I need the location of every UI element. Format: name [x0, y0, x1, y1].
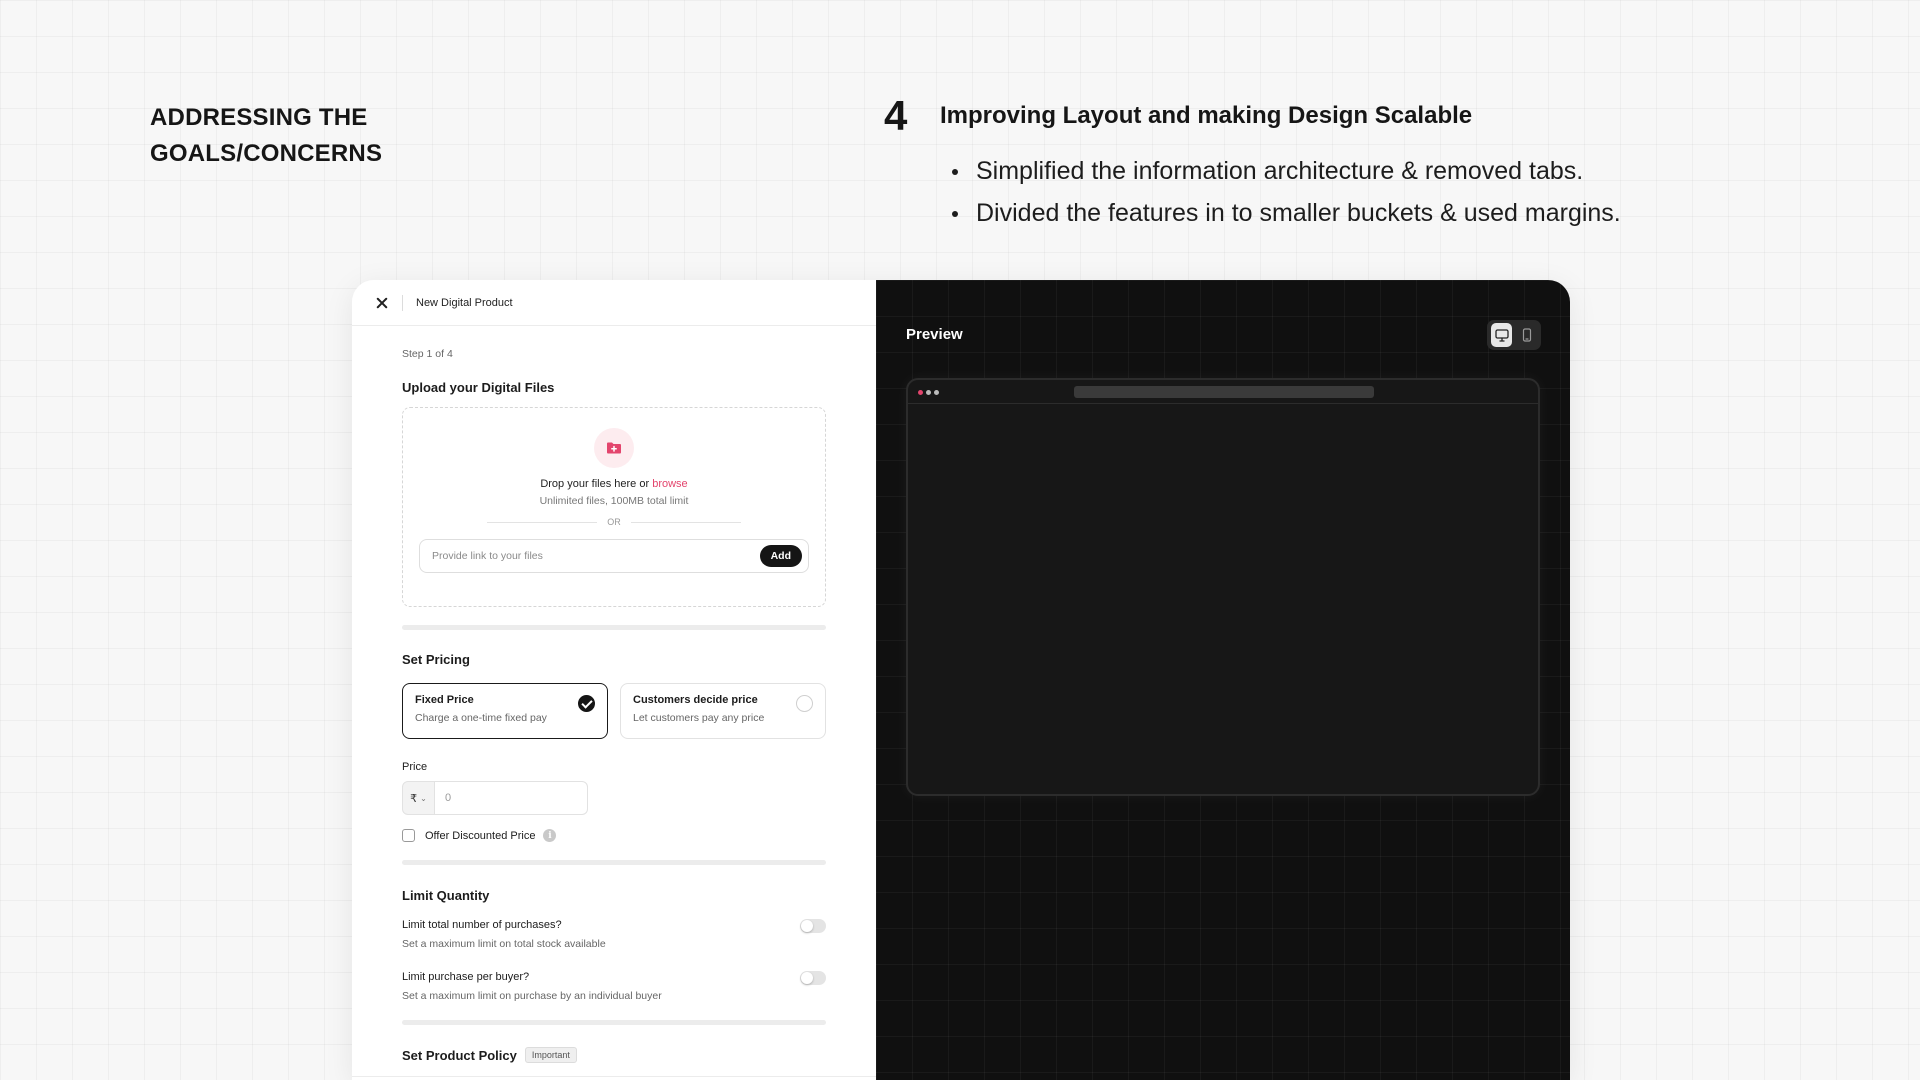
bullet-list: Simplified the information architecture …	[952, 150, 1621, 234]
price-input[interactable]	[435, 781, 588, 815]
step-indicator: Step 1 of 4	[402, 348, 453, 360]
form-body: Step 1 of 4 Upload your Digital Files Dr…	[352, 348, 876, 1063]
preview-panel: Preview	[876, 280, 1570, 1080]
option-desc: Let customers pay any price	[633, 712, 765, 724]
folder-upload-icon	[594, 428, 634, 468]
chevron-down-icon: ⌄	[420, 793, 427, 803]
left-heading-line2: GOALS/CONCERNS	[150, 140, 383, 167]
file-dropzone[interactable]: Drop your files here or browse Unlimited…	[402, 407, 826, 607]
left-heading-line1: ADDRESSING THE	[150, 104, 368, 131]
limit-quantity-heading: Limit Quantity	[402, 888, 490, 903]
info-icon[interactable]: i	[543, 829, 557, 842]
discount-row: Offer Discounted Price i	[402, 829, 826, 842]
option-desc: Charge a one-time fixed pay	[415, 712, 547, 724]
toggle-desc: Set a maximum limit on purchase by an in…	[402, 990, 662, 1002]
policy-heading: Set Product Policy	[402, 1047, 517, 1063]
currency-select[interactable]: ₹ ⌄	[402, 781, 435, 815]
left-heading: ADDRESSING THE GOALS/CONCERNS	[150, 100, 470, 172]
form-bottom-divider	[352, 1076, 876, 1077]
price-input-group: ₹ ⌄	[402, 781, 588, 815]
discount-label: Offer Discounted Price	[425, 829, 536, 842]
radio-checked-icon[interactable]	[578, 695, 595, 712]
limit-buyer-row: Limit purchase per buyer? Set a maximum …	[402, 971, 826, 1002]
desktop-icon[interactable]	[1491, 323, 1512, 347]
or-divider: OR	[403, 517, 825, 527]
customer-price-option[interactable]: Customers decide price Let customers pay…	[620, 683, 826, 739]
add-link-button[interactable]: Add	[759, 545, 802, 567]
or-text: OR	[607, 517, 621, 527]
pricing-heading: Set Pricing	[402, 652, 470, 667]
browser-bar	[908, 380, 1538, 404]
policy-row: Set Product Policy Important	[402, 1047, 826, 1063]
or-line	[630, 521, 741, 523]
section-divider	[402, 625, 826, 630]
file-link-input[interactable]	[432, 550, 732, 562]
topbar: New Digital Product	[352, 280, 876, 326]
section-divider	[402, 1020, 826, 1025]
window-dot-icon	[918, 390, 923, 395]
price-options: Fixed Price Charge a one-time fixed pay …	[402, 683, 826, 739]
toggle-title: Limit purchase per buyer?	[402, 971, 530, 983]
discount-checkbox[interactable]	[402, 829, 415, 842]
limit-total-row: Limit total number of purchases? Set a m…	[402, 919, 826, 950]
bullet-item: Divided the features in to smaller bucke…	[952, 192, 1621, 234]
option-title: Customers decide price	[633, 694, 758, 706]
upload-limit-text: Unlimited files, 100MB total limit	[539, 495, 689, 507]
limit-buyer-toggle[interactable]	[800, 971, 826, 985]
product-mockup: New Digital Product Step 1 of 4 Upload y…	[352, 280, 1570, 1080]
window-dot-icon	[934, 390, 939, 395]
toggle-desc: Set a maximum limit on total stock avail…	[402, 938, 606, 950]
option-title: Fixed Price	[415, 694, 474, 706]
limit-total-toggle[interactable]	[800, 919, 826, 933]
section-title: Improving Layout and making Design Scala…	[940, 102, 1473, 129]
or-line	[487, 521, 598, 523]
radio-unchecked-icon[interactable]	[796, 695, 813, 712]
price-label: Price	[402, 761, 428, 773]
preview-title: Preview	[906, 326, 963, 343]
browse-link[interactable]: browse	[652, 478, 687, 490]
bullet-item: Simplified the information architecture …	[952, 150, 1621, 192]
link-input-group: Add	[419, 539, 809, 573]
mobile-icon[interactable]	[1516, 323, 1537, 347]
browser-preview	[906, 378, 1540, 796]
drop-text: Drop your files here or	[540, 478, 650, 490]
device-toggle	[1487, 320, 1541, 350]
toggle-title: Limit total number of purchases?	[402, 919, 562, 931]
currency-symbol: ₹	[410, 792, 418, 805]
section-divider	[402, 860, 826, 865]
form-panel: New Digital Product Step 1 of 4 Upload y…	[352, 280, 876, 1080]
close-icon[interactable]	[374, 295, 390, 311]
address-bar	[1074, 386, 1374, 398]
window-dot-icon	[926, 390, 931, 395]
important-badge: Important	[524, 1047, 577, 1063]
fixed-price-option[interactable]: Fixed Price Charge a one-time fixed pay	[402, 683, 608, 739]
drop-instructions: Drop your files here or browse	[403, 478, 825, 490]
topbar-title: New Digital Product	[416, 296, 513, 309]
topbar-divider	[402, 294, 403, 311]
upload-heading: Upload your Digital Files	[402, 380, 555, 395]
section-number: 4	[884, 92, 908, 139]
